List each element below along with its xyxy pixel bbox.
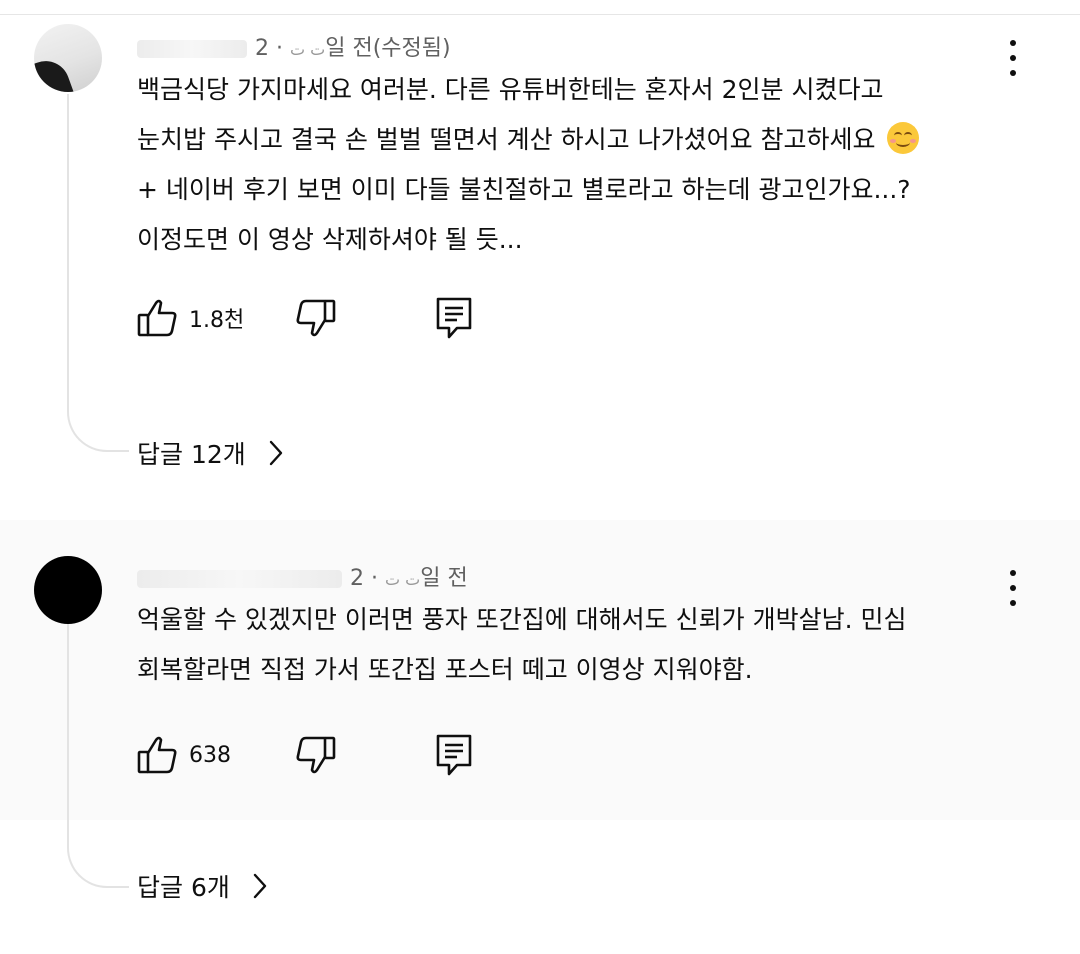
like-button[interactable]: 1.8천 <box>137 296 244 340</box>
dislike-button[interactable] <box>294 733 336 777</box>
reply-icon <box>436 734 472 776</box>
thread-connector <box>67 94 129 452</box>
comment-line-with-emoji: 눈치밥 주시고 결국 손 벌벌 떨면서 계산 하시고 나가셨어요 참고하세요 <box>137 115 977 165</box>
like-button[interactable]: 638 <box>137 733 231 777</box>
comment-actions: 638 <box>137 733 557 777</box>
avatar-image <box>34 54 74 92</box>
avatar[interactable] <box>34 24 102 92</box>
comment-body: 백금식당 가지마세요 여러분. 다른 유튜버한테는 혼자서 2인분 시켰다고 눈… <box>137 65 977 265</box>
more-vert-icon[interactable] <box>1002 40 1024 76</box>
avatar[interactable] <box>34 556 102 624</box>
comment-line: 눈치밥 주시고 결국 손 벌벌 떨면서 계산 하시고 나가셨어요 참고하세요 <box>137 125 876 154</box>
comment-line: + 네이버 후기 보면 이미 다들 불친절하고 별로라고 하는데 광고인가요..… <box>137 175 911 204</box>
reply-button[interactable] <box>435 733 473 777</box>
author-handle[interactable]: ت ت <box>385 570 420 589</box>
thread-connector <box>67 624 129 888</box>
author-handle[interactable]: ت ت <box>290 40 325 59</box>
comment-line: 이정도면 이 영상 삭제하셔야 될 듯... <box>137 225 523 254</box>
thumbs-down-icon <box>296 736 336 774</box>
thumbs-down-icon <box>296 299 336 337</box>
more-vert-icon[interactable] <box>1002 570 1024 606</box>
view-replies-button[interactable]: 답글 6개 <box>137 868 268 904</box>
chevron-right-icon <box>269 440 282 466</box>
reply-icon <box>436 297 472 339</box>
blurred-username <box>137 570 342 588</box>
thumbs-up-icon <box>137 736 177 774</box>
replies-count: 답글 6개 <box>137 873 230 902</box>
comment-actions: 1.8천 <box>137 296 557 340</box>
replies-count: 답글 12개 <box>137 440 246 469</box>
thumbs-up-icon <box>137 299 177 337</box>
chevron-right-icon <box>253 873 267 899</box>
like-count: 638 <box>189 742 231 768</box>
comment-line: 억울할 수 있겠지만 이러면 풍자 또간집에 대해서도 신뢰가 개박살남. 민심 <box>137 605 907 634</box>
comment-line: 백금식당 가지마세요 여러분. 다른 유튜버한테는 혼자서 2인분 시켰다고 <box>137 75 884 104</box>
comment-meta: ت ت · 2일 전 <box>137 560 468 592</box>
dislike-button[interactable] <box>294 296 336 340</box>
comment-2: ت ت · 2일 전 억울할 수 있겠지만 이러면 풍자 또간집에 대해서도 신… <box>0 520 1080 888</box>
view-replies-button[interactable]: 답글 12개 <box>137 435 284 471</box>
blurred-username <box>137 40 247 58</box>
like-count: 1.8천 <box>189 308 245 333</box>
comment-time: · 2일 전(수정됨) <box>255 36 451 61</box>
comment-1: ت ت · 2일 전(수정됨) 백금식당 가지마세요 여러분. 다른 유튜버한테… <box>0 0 1080 500</box>
comment-line: 회복할라면 직접 가서 또간집 포스터 떼고 이영상 지워야함. <box>137 655 753 684</box>
comment-body: 억울할 수 있겠지만 이러면 풍자 또간집에 대해서도 신뢰가 개박살남. 민심… <box>137 595 977 695</box>
reply-button[interactable] <box>435 296 473 340</box>
comment-meta: ت ت · 2일 전(수정됨) <box>137 30 451 62</box>
smiling-face-emoji <box>887 122 920 154</box>
